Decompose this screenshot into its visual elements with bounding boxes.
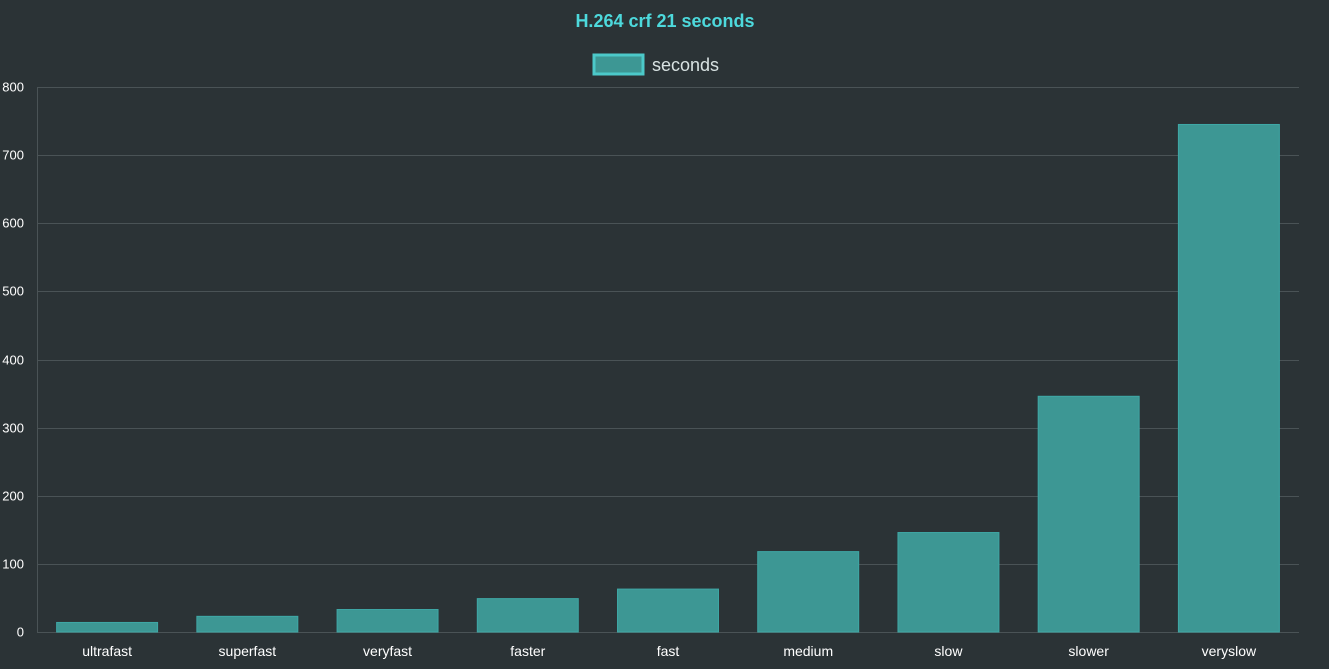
chart-container: H.264 crf 21 seconds seconds 0 100 200 300 4… bbox=[0, 0, 1329, 664]
x-axis: ultrafast superfast veryfast faster fast medi… bbox=[82, 643, 1257, 659]
bar-slower[interactable] bbox=[1037, 395, 1140, 633]
x-tick-label: superfast bbox=[219, 643, 277, 659]
legend-swatch bbox=[592, 53, 645, 76]
bar-veryfast[interactable] bbox=[336, 609, 439, 633]
y-tick-label: 700 bbox=[2, 148, 24, 163]
legend-label: seconds bbox=[652, 55, 719, 75]
x-tick-label: slow bbox=[934, 643, 963, 659]
x-tick-label: veryslow bbox=[1202, 643, 1257, 659]
x-tick-label: slower bbox=[1068, 643, 1109, 659]
x-tick-label: faster bbox=[510, 643, 545, 659]
y-tick-label: 0 bbox=[17, 625, 24, 640]
bar-superfast[interactable] bbox=[196, 615, 299, 633]
x-tick-label: veryfast bbox=[363, 643, 412, 659]
bars bbox=[56, 123, 1280, 633]
bar-ultrafast[interactable] bbox=[56, 621, 159, 633]
y-tick-label: 400 bbox=[2, 353, 24, 368]
bar-faster[interactable] bbox=[476, 598, 579, 633]
bar-slow[interactable] bbox=[897, 532, 1000, 633]
x-tick-label: ultrafast bbox=[82, 643, 132, 659]
y-tick-label: 100 bbox=[2, 557, 24, 572]
bar-chart: H.264 crf 21 seconds seconds 0 100 200 300 4… bbox=[2, 11, 1299, 659]
y-axis: 0 100 200 300 400 500 600 700 800 bbox=[2, 80, 24, 640]
y-tick-label: 500 bbox=[2, 284, 24, 299]
x-tick-label: fast bbox=[657, 643, 680, 659]
y-tick-label: 300 bbox=[2, 421, 24, 436]
y-tick-label: 200 bbox=[2, 489, 24, 504]
bar-fast[interactable] bbox=[617, 588, 719, 633]
y-tick-label: 600 bbox=[2, 216, 24, 231]
y-tick-label: 800 bbox=[2, 80, 24, 95]
chart-title: H.264 crf 21 seconds bbox=[575, 11, 754, 31]
bar-medium[interactable] bbox=[757, 551, 860, 633]
bar-veryslow[interactable] bbox=[1177, 123, 1280, 633]
x-tick-label: medium bbox=[783, 643, 833, 659]
legend[interactable]: seconds bbox=[592, 53, 719, 76]
